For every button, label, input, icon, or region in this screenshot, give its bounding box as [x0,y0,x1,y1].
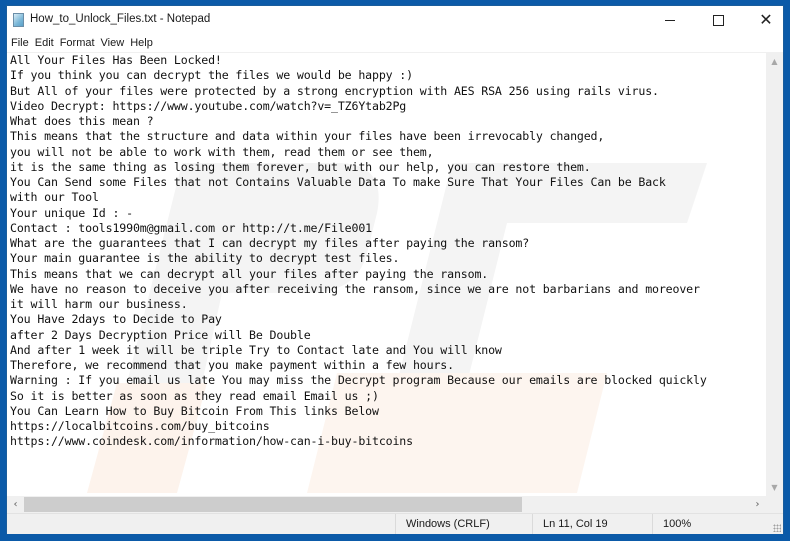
close-icon: ✕ [759,10,773,29]
text-line: If you think you can decrypt the files w… [10,68,413,83]
text-line: You Have 2days to Decide to Pay [10,312,222,327]
horizontal-scrollbar[interactable]: ‹ › [7,496,766,513]
maximize-button[interactable] [695,6,741,34]
scrollbar-corner [766,496,783,513]
text-line: Your unique Id : - [10,205,133,220]
scroll-left-arrow-icon[interactable]: ‹ [7,496,24,513]
line-ending-status: Windows (CRLF) [395,514,532,534]
resize-grip-icon[interactable] [773,524,781,532]
menu-edit[interactable]: Edit [32,37,57,49]
text-line: Video Decrypt: https://www.youtube.com/w… [10,98,407,113]
vertical-scrollbar[interactable]: ▲ ▼ [766,53,783,496]
text-line: You Can Send some Files that not Contain… [10,175,666,189]
scroll-right-arrow-icon[interactable]: › [749,496,766,513]
text-line: And after 1 week it will be triple Try t… [10,342,502,357]
menu-file[interactable]: File [8,37,32,49]
notepad-icon [13,13,24,27]
document-text[interactable]: All Your Files Has Been Locked! If you th… [10,53,707,450]
scroll-up-arrow-icon[interactable]: ▲ [766,53,783,70]
text-line: with our Tool [10,190,99,205]
text-line: This means that we can decrypt all your … [10,266,489,281]
text-line: it is the same thing as losing them fore… [10,159,591,174]
notepad-window: How_to_Unlock_Files.txt - Notepad ✕ File… [7,6,783,534]
menu-bar: File Edit Format View Help [7,34,783,53]
horizontal-scroll-thumb[interactable] [24,497,522,512]
text-line: Warning : If you email us late You may m… [10,373,707,388]
zoom-level-status: 100% [652,514,772,534]
text-line: Your main guarantee is the ability to de… [10,251,400,266]
menu-view[interactable]: View [98,37,128,49]
cursor-position-status: Ln 11, Col 19 [532,514,652,534]
title-bar[interactable]: How_to_Unlock_Files.txt - Notepad ✕ [7,6,783,34]
minimize-button[interactable] [647,6,693,34]
scroll-down-arrow-icon[interactable]: ▼ [766,479,783,496]
text-line: This means that the structure and data w… [10,129,605,144]
text-line: We have no reason to deceive you after r… [10,281,700,296]
status-bar: Windows (CRLF) Ln 11, Col 19 100% [7,513,783,534]
text-line: You Can Learn How to Buy Bitcoin From Th… [10,403,379,418]
text-line: All Your Files Has Been Locked! [10,53,222,67]
menu-format[interactable]: Format [57,37,98,49]
window-title: How_to_Unlock_Files.txt - Notepad [30,13,211,25]
text-line: What does this mean ? [10,114,154,128]
text-line: What are the guarantees that I can decry… [10,236,530,250]
text-line: Therefore, we recommend that you make pa… [10,358,454,372]
text-line: But All of your files were protected by … [10,83,659,98]
text-line: https://www.coindesk.com/information/how… [10,434,413,449]
text-line: after 2 Days Decryption Price will Be Do… [10,327,311,342]
close-button[interactable]: ✕ [743,6,789,34]
text-line: you will not be able to work with them, … [10,144,434,159]
menu-help[interactable]: Help [127,37,156,49]
text-line: Contact : tools1990m@gmail.com or http:/… [10,220,372,235]
text-line: https://localbitcoins.com/buy_bitcoins [10,419,270,433]
text-line: So it is better as soon as they read ema… [10,388,379,403]
text-editor[interactable]: All Your Files Has Been Locked! If you th… [7,53,766,496]
maximize-icon [712,14,724,26]
minimize-icon [665,19,675,21]
text-line: it will harm our business. [10,297,188,311]
